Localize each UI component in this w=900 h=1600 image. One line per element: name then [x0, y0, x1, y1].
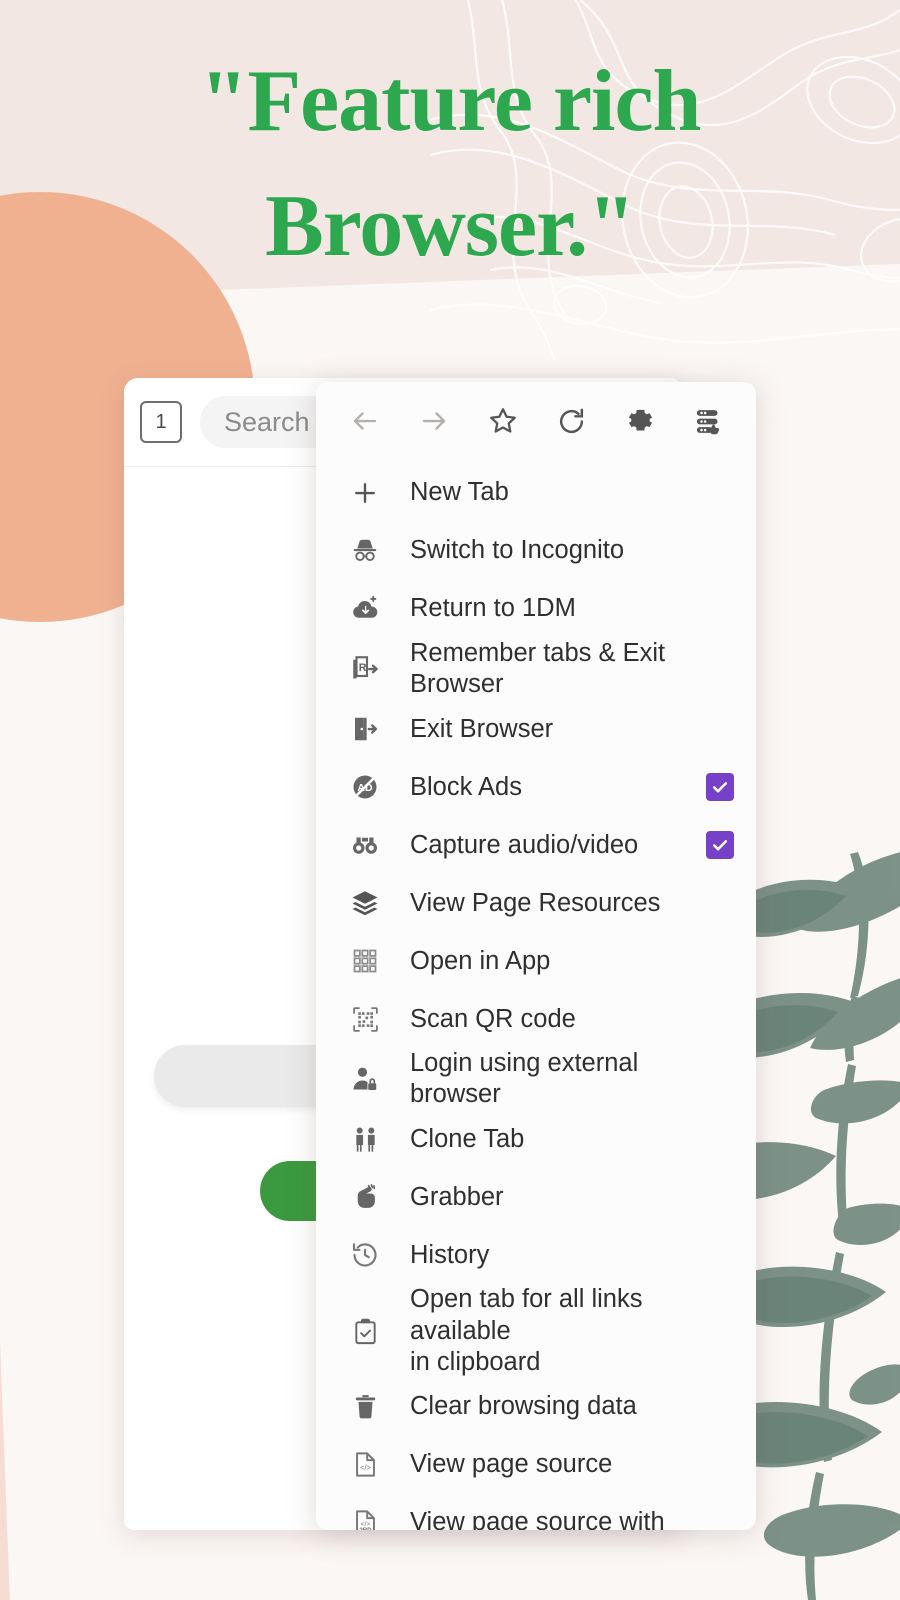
- menu-item-label: View page source with: [410, 1507, 734, 1530]
- menu-item-label: Grabber: [410, 1182, 734, 1213]
- server-list-icon: [693, 406, 724, 437]
- menu-item-scan-qr-code[interactable]: Scan QR code: [316, 990, 756, 1048]
- menu-item-label: View page source: [410, 1449, 734, 1480]
- menu-item-open-tab-for-all-links-in-clipboard[interactable]: Open tab for all links available in clip…: [316, 1284, 756, 1377]
- menu-item-label: Switch to Incognito: [410, 535, 734, 566]
- menu-item-label: Clone Tab: [410, 1124, 734, 1155]
- capture-audio-video-checkbox[interactable]: [706, 831, 734, 859]
- menu-item-return-to-1dm[interactable]: Return to 1DM: [316, 580, 756, 638]
- menu-item-new-tab[interactable]: New Tab: [316, 464, 756, 522]
- menu-item-grabber[interactable]: Grabber: [316, 1168, 756, 1226]
- headline-line-1: "Feature rich: [200, 53, 701, 150]
- svg-text:</>: </>: [360, 1463, 371, 1472]
- menu-item-label: Capture audio/video: [410, 830, 706, 861]
- menu-item-history[interactable]: History: [316, 1226, 756, 1284]
- remember-tabs-exit-icon: R: [342, 654, 388, 684]
- menu-item-switch-to-incognito[interactable]: Switch to Incognito: [316, 522, 756, 580]
- menu-item-label: New Tab: [410, 477, 734, 508]
- menu-item-label: Remember tabs & Exit Browser: [410, 638, 734, 700]
- menu-item-view-page-source-with[interactable]: </> 3RD View page source with: [316, 1494, 756, 1530]
- exit-door-icon: [342, 714, 388, 744]
- menu-item-view-page-source[interactable]: </> View page source: [316, 1436, 756, 1494]
- menu-item-clone-tab[interactable]: Clone Tab: [316, 1110, 756, 1168]
- gear-icon: [625, 406, 656, 437]
- binoculars-icon: [342, 830, 388, 860]
- history-clock-icon: [342, 1240, 388, 1270]
- cloud-download-plus-icon: [342, 594, 388, 624]
- back-button[interactable]: [344, 400, 386, 442]
- menu-item-capture-audio-video[interactable]: Capture audio/video: [316, 816, 756, 874]
- menu-item-label: Open in App: [410, 946, 734, 977]
- back-arrow-icon: [350, 406, 380, 436]
- svg-text:</>: </>: [360, 1521, 370, 1528]
- trash-icon: [342, 1392, 388, 1421]
- menu-item-login-using-external-browser[interactable]: Login using external browser: [316, 1048, 756, 1110]
- page-source-icon: </>: [342, 1450, 388, 1479]
- qr-code-icon: [342, 1005, 388, 1034]
- layers-icon: [342, 888, 388, 918]
- headline-line-2: Browser.": [0, 165, 900, 290]
- menu-item-label: History: [410, 1240, 734, 1271]
- refresh-icon: [556, 406, 587, 437]
- clipboard-check-icon: [342, 1317, 388, 1346]
- check-icon: [710, 777, 730, 797]
- block-ads-checkbox[interactable]: [706, 773, 734, 801]
- desktop-site-button[interactable]: [688, 400, 730, 442]
- menu-items-list: New Tab Switch to Incognito: [316, 460, 756, 1530]
- browser-overflow-menu: New Tab Switch to Incognito: [316, 382, 756, 1530]
- omnibox-placeholder: Search: [224, 407, 310, 438]
- forward-button[interactable]: [413, 400, 455, 442]
- two-people-icon: [342, 1125, 388, 1154]
- incognito-hat-icon: [342, 536, 388, 566]
- svg-text:R: R: [359, 662, 367, 674]
- page-title: "Feature rich Browser.": [0, 40, 900, 290]
- reload-button[interactable]: [550, 400, 592, 442]
- menu-item-remember-tabs-exit-browser[interactable]: R Remember tabs & Exit Browser: [316, 638, 756, 700]
- menu-item-label: Open tab for all links available in clip…: [410, 1284, 734, 1377]
- menu-item-label: Return to 1DM: [410, 593, 734, 624]
- menu-item-exit-browser[interactable]: Exit Browser: [316, 700, 756, 758]
- menu-item-clear-browsing-data[interactable]: Clear browsing data: [316, 1378, 756, 1436]
- menu-item-block-ads[interactable]: AD Block Ads: [316, 758, 756, 816]
- screenshot-stage: "Feature rich Browser." 1 Search: [0, 0, 900, 1600]
- svg-text:3RD: 3RD: [359, 1528, 372, 1530]
- page-source-3rd-icon: </> 3RD: [342, 1508, 388, 1530]
- star-icon: [487, 405, 519, 437]
- person-lock-icon: [342, 1064, 388, 1094]
- menu-item-view-page-resources[interactable]: View Page Resources: [316, 874, 756, 932]
- check-icon: [710, 835, 730, 855]
- menu-item-label: Block Ads: [410, 772, 706, 803]
- menu-item-open-in-app[interactable]: Open in App: [316, 932, 756, 990]
- bookmark-button[interactable]: [482, 400, 524, 442]
- tab-count-label: 1: [155, 411, 166, 434]
- menu-item-label: Exit Browser: [410, 714, 734, 745]
- menu-item-label: Login using external browser: [410, 1048, 734, 1110]
- fist-icon: [342, 1183, 388, 1212]
- grid-apps-icon: [342, 947, 388, 975]
- menu-item-label: Scan QR code: [410, 1004, 734, 1035]
- forward-arrow-icon: [419, 406, 449, 436]
- block-ads-icon: AD: [342, 772, 388, 802]
- tab-count-button[interactable]: 1: [140, 401, 182, 443]
- plus-icon: [342, 478, 388, 508]
- menu-item-label: Clear browsing data: [410, 1391, 734, 1422]
- menu-item-label: View Page Resources: [410, 888, 734, 919]
- menu-quick-actions-toolbar: [316, 382, 756, 460]
- settings-button[interactable]: [619, 400, 661, 442]
